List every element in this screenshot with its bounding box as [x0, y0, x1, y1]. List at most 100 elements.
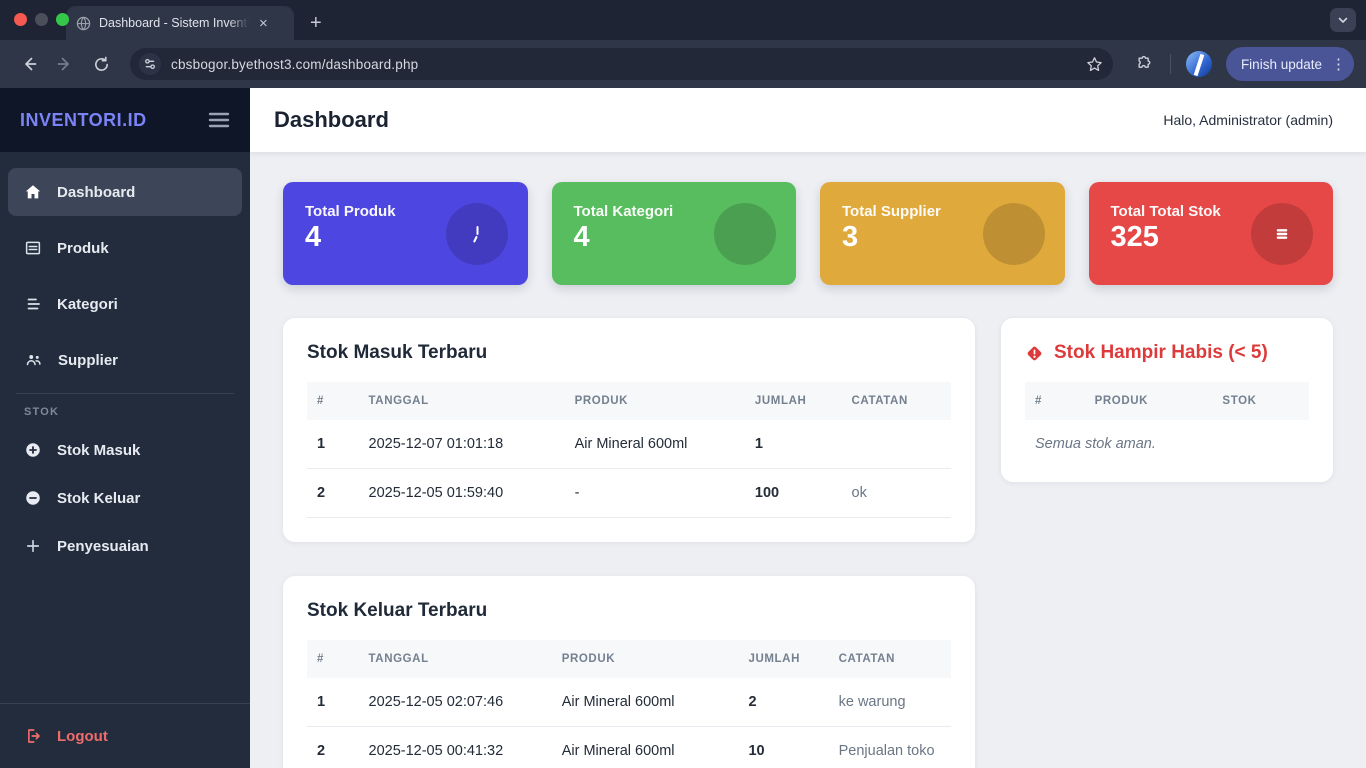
stok-habis-title: Stok Hampir Habis (< 5) — [1025, 342, 1309, 364]
column-header: CATATAN — [841, 382, 951, 420]
browser-menu-icon[interactable]: ⋮ — [1331, 55, 1346, 73]
sidebar-item-label: Dashboard — [57, 183, 136, 201]
tab-close-icon[interactable]: × — [257, 15, 270, 32]
sidebar-item-stok-keluar[interactable]: Stok Keluar — [8, 474, 242, 522]
browser-tab[interactable]: Dashboard - Sistem Inventory × — [66, 6, 294, 40]
list-icon — [27, 298, 40, 310]
plus-circle-icon — [26, 443, 40, 457]
table-cell: 100 — [744, 468, 842, 518]
sidebar-item-label: Produk — [57, 239, 109, 257]
stat-card-total-supplier: Total Supplier 3 — [820, 182, 1065, 285]
url-bar[interactable]: cbsbogor.byethost3.com/dashboard.php — [130, 48, 1113, 80]
finish-update-label: Finish update — [1240, 56, 1322, 72]
table-row: 1 2025-12-05 02:07:46 Air Mineral 600ml 2 ke… — [307, 678, 951, 727]
table-cell: 10 — [738, 726, 829, 768]
back-button[interactable] — [14, 49, 44, 79]
sidebar-nav: Dashboard Produk Kategori Supplier STOK … — [0, 152, 250, 570]
minus-circle-icon — [26, 491, 40, 505]
table-cell: 2025-12-05 00:41:32 — [358, 726, 552, 768]
sidebar-item-label: Penyesuaian — [57, 537, 149, 555]
alert-diamond-icon — [1027, 346, 1042, 360]
close-window-button[interactable] — [14, 13, 27, 26]
sidebar-item-penyesuaian[interactable]: Penyesuaian — [8, 522, 242, 570]
sidebar-item-produk[interactable]: Produk — [8, 224, 242, 272]
archive-icon — [25, 241, 41, 255]
globe-favicon-icon — [76, 16, 91, 31]
window-controls — [14, 13, 69, 26]
stok-habis-empty-text: Semua stok aman. — [1035, 436, 1156, 452]
circle-badge-icon — [714, 202, 776, 265]
user-greeting: Halo, Administrator (admin) — [1163, 112, 1333, 128]
column-header: PRODUK — [1084, 382, 1213, 420]
table-row: 1 2025-12-07 01:01:18 Air Mineral 600ml 1 — [307, 420, 951, 469]
browser-toolbar: cbsbogor.byethost3.com/dashboard.php Fin… — [0, 40, 1366, 88]
table-cell: ok — [841, 468, 951, 518]
plus-icon — [26, 539, 40, 553]
logout-icon — [28, 729, 40, 743]
circle-badge-icon — [982, 202, 1045, 265]
table-header-row: # PRODUK STOK — [1025, 382, 1309, 420]
reload-button[interactable] — [86, 49, 116, 79]
stat-card-total-produk: Total Produk 4 — [283, 182, 528, 285]
table-cell: Air Mineral 600ml — [551, 726, 739, 768]
tab-strip: Dashboard - Sistem Inventory × + — [0, 0, 1366, 40]
table-cell: 2 — [307, 468, 359, 518]
column-header: JUMLAH — [738, 640, 829, 678]
logout-button[interactable]: Logout — [0, 703, 250, 768]
site-settings-icon[interactable] — [138, 52, 162, 76]
sidebar-item-label: Supplier — [58, 351, 119, 369]
bookmark-star-icon[interactable] — [1086, 56, 1103, 73]
stok-masuk-title: Stok Masuk Terbaru — [307, 342, 488, 363]
column-header: # — [307, 382, 359, 420]
column-header: JUMLAH — [744, 382, 842, 420]
table-cell: Penjualan toko — [828, 726, 951, 768]
maximize-window-button[interactable] — [56, 13, 69, 26]
column-header: # — [1025, 382, 1085, 420]
stok-masuk-panel: Stok Masuk Terbaru # TANGGAL PRODUK JUMLAH C… — [283, 318, 975, 542]
finish-update-button[interactable]: Finish update ⋮ — [1225, 47, 1354, 81]
toolbar-divider — [1169, 54, 1171, 74]
table-cell: 1 — [307, 678, 359, 727]
sidebar-item-stok-masuk[interactable]: Stok Masuk — [8, 426, 242, 474]
people-icon — [26, 355, 41, 366]
page-title: Dashboard — [274, 107, 389, 132]
sidebar-section-stok: STOK — [24, 406, 60, 418]
list-badge-icon — [1251, 202, 1313, 265]
forward-button[interactable] — [50, 49, 80, 79]
column-header: TANGGAL — [358, 640, 552, 678]
table-cell: 2025-12-07 01:01:18 — [358, 420, 565, 469]
tab-search-button[interactable] — [1330, 8, 1356, 32]
hamburger-menu-icon[interactable] — [208, 112, 230, 128]
table-header-row: # TANGGAL PRODUK JUMLAH CATATAN — [307, 382, 951, 420]
table-header-row: # TANGGAL PRODUK JUMLAH CATATAN — [307, 640, 951, 678]
stat-cards-row: Total Produk 4 Total Kategori 4 Total Su… — [283, 182, 1333, 285]
table-cell: 2 — [307, 726, 359, 768]
sidebar-item-label: Stok Keluar — [57, 489, 141, 507]
table-cell: 1 — [307, 420, 359, 469]
extensions-icon[interactable] — [1129, 49, 1159, 79]
sidebar-item-supplier[interactable]: Supplier — [8, 336, 242, 384]
column-header: # — [307, 640, 359, 678]
browser-chrome: Dashboard - Sistem Inventory × + cbsbogo… — [0, 0, 1366, 88]
stok-masuk-table: # TANGGAL PRODUK JUMLAH CATATAN 1 2025-12-07 … — [307, 382, 951, 518]
clock-icon — [445, 202, 508, 265]
chevron-down-icon — [1338, 17, 1348, 23]
stok-keluar-table: # TANGGAL PRODUK JUMLAH CATATAN 1 2025-12-05 … — [307, 640, 951, 768]
table-cell: - — [564, 468, 745, 518]
minimize-window-button[interactable] — [35, 13, 48, 26]
column-header: CATATAN — [828, 640, 951, 678]
stok-keluar-title: Stok Keluar Terbaru — [307, 600, 488, 621]
page-header: Dashboard Halo, Administrator (admin) — [250, 88, 1366, 152]
dashboard-content: Total Produk 4 Total Kategori 4 Total Su… — [250, 152, 1366, 768]
sidebar-item-label: Kategori — [57, 295, 118, 313]
stat-card-total-stok: Total Total Stok 325 — [1088, 182, 1333, 285]
column-header: TANGGAL — [358, 382, 565, 420]
profile-avatar[interactable] — [1185, 51, 1212, 77]
url-text[interactable]: cbsbogor.byethost3.com/dashboard.php — [171, 57, 1077, 72]
table-row: 2 2025-12-05 01:59:40-100 ok — [307, 468, 951, 518]
sidebar-item-dashboard[interactable]: Dashboard — [8, 168, 242, 216]
brand-logo: INVENTORI.ID — [20, 109, 147, 130]
new-tab-button[interactable]: + — [310, 13, 322, 33]
sidebar-item-kategori[interactable]: Kategori — [8, 280, 242, 328]
